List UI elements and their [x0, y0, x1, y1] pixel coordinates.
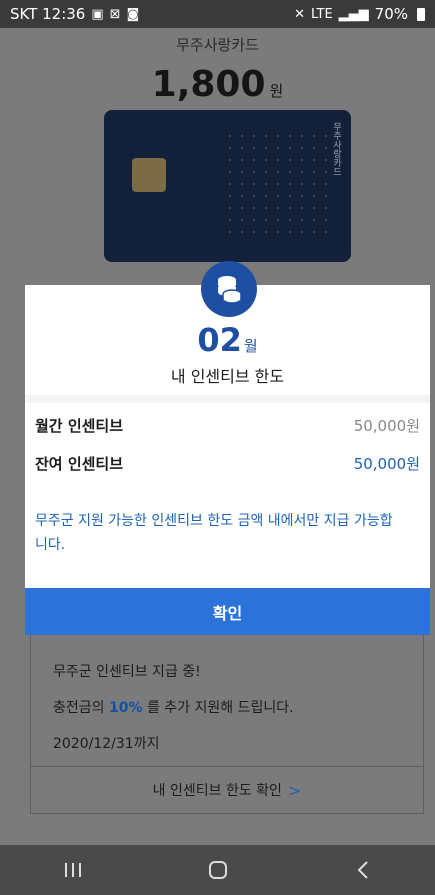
monthly-incentive-value: 50,000원 [353, 417, 420, 435]
card-chip [132, 158, 166, 192]
status-left: SKT 12:36 ▣ ⊠ ◙ [10, 5, 139, 23]
back-icon [357, 861, 368, 879]
card-side-text: 무주사랑카드 [331, 122, 341, 176]
promo-percent: 10% [108, 700, 143, 716]
check-incentive-limit-link[interactable]: 내 인센티브 한도 확인 > [31, 766, 423, 813]
remaining-incentive-label: 잔여 인센티브 [35, 455, 124, 473]
vibrate-icon: ✕ [294, 6, 306, 22]
promo-line-2-suffix: 를 추가 지원해 드립니다. [142, 700, 294, 716]
back-button[interactable] [333, 850, 393, 890]
card-pattern [224, 130, 334, 240]
monthly-incentive-row: 월간 인센티브 50,000원 [35, 415, 420, 436]
check-link-label: 내 인센티브 한도 확인 [152, 783, 282, 799]
incentive-limit-dialog: 02 월 내 인센티브 한도 월간 인센티브 50,000원 잔여 인센티브 50… [25, 261, 430, 635]
carrier-time: SKT 12:36 [10, 5, 86, 23]
signal-icon: ▂▄▆ [338, 6, 369, 22]
home-button[interactable] [188, 850, 248, 890]
month-unit: 월 [243, 337, 258, 355]
battery-percent: 70% [374, 5, 408, 23]
promo-line-1: 무주군 인센티브 지급 중! [53, 664, 201, 680]
card-image: 무주사랑카드 [104, 110, 351, 262]
status-bar: SKT 12:36 ▣ ⊠ ◙ ✕ LTE ▂▄▆ 70% [0, 0, 435, 28]
status-right: ✕ LTE ▂▄▆ 70% [294, 5, 425, 23]
lte-label: LTE [311, 6, 333, 22]
promo-deadline: 2020/12/31까지 [53, 736, 160, 752]
home-icon [208, 861, 227, 879]
notification-icon: ◙ [126, 6, 140, 22]
chevron-right-icon: > [287, 780, 302, 800]
monthly-incentive-label: 월간 인센티브 [35, 417, 124, 435]
confirm-button[interactable]: 확인 [25, 588, 430, 635]
card-name: 무주사랑카드 [176, 36, 259, 54]
promo-line-2-prefix: 충전금의 [53, 700, 109, 716]
recent-apps-button[interactable] [43, 850, 103, 890]
balance-amount: 1,800 [151, 64, 266, 105]
modal-month: 02 월 [25, 321, 430, 359]
battery-icon [417, 7, 425, 21]
balance: 1,800 원 [0, 64, 435, 105]
balance-unit: 원 [269, 82, 284, 100]
image-icon: ▣ [91, 6, 104, 22]
dialog-title: 내 인센티브 한도 [170, 367, 285, 386]
promo-line-2: 충전금의 10% 를 추가 지원해 드립니다. [53, 697, 294, 717]
divider [25, 395, 430, 403]
month-number: 02 [197, 321, 242, 359]
incentive-promo: 무주군 인센티브 지급 중! 충전금의 10% 를 추가 지원해 드립니다. 2… [30, 634, 424, 814]
remaining-incentive-row: 잔여 인센티브 50,000원 [35, 453, 420, 474]
limit-note: 무주군 지원 가능한 인센티브 한도 금액 내에서만 지급 가능합니다. [35, 513, 393, 553]
remaining-incentive-value: 50,000원 [353, 455, 420, 473]
navigation-bar [0, 845, 435, 895]
coins-icon [201, 261, 257, 317]
no-network-icon: ⊠ [109, 6, 121, 22]
recent-apps-icon [64, 863, 81, 877]
